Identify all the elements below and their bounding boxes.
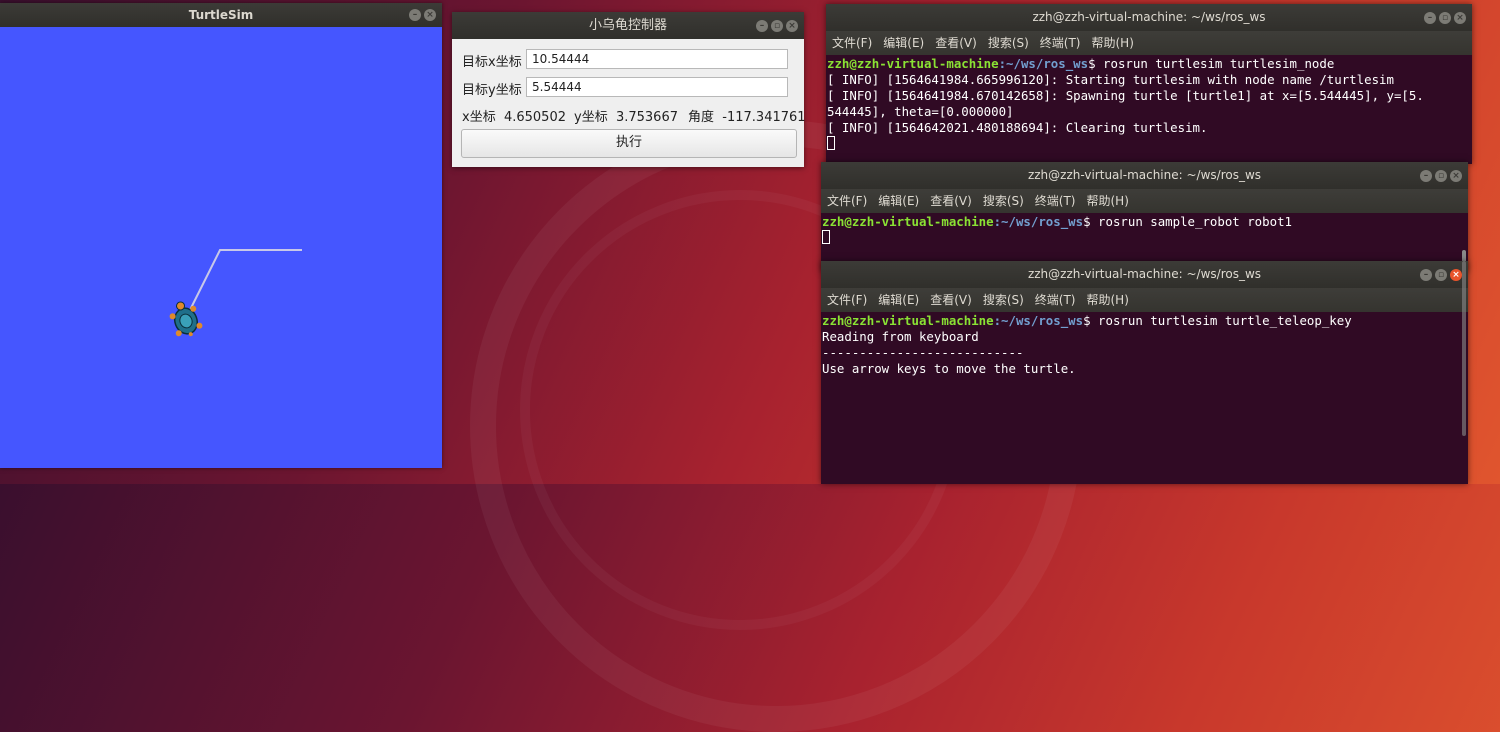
terminal-menubar: 文件(F) 编辑(E) 查看(V) 搜索(S) 终端(T) 帮助(H)	[826, 31, 1472, 55]
terminal-menubar: 文件(F) 编辑(E) 查看(V) 搜索(S) 终端(T) 帮助(H)	[821, 288, 1468, 312]
execute-button[interactable]: 执行	[461, 129, 797, 158]
command-text: $ rosrun turtlesim turtle_teleop_key	[1083, 313, 1352, 328]
output-line: Reading from keyboard	[822, 329, 979, 344]
target-x-input[interactable]: 10.54444	[526, 49, 788, 69]
menu-edit[interactable]: 编辑(E)	[878, 293, 919, 307]
minimize-icon[interactable]: –	[756, 19, 768, 32]
menu-help[interactable]: 帮助(H)	[1092, 36, 1134, 50]
output-line: [ INFO] [1564642021.480188694]: Clearing…	[827, 120, 1208, 135]
output-line: ---------------------------	[822, 345, 1024, 360]
turtle-icon	[169, 301, 203, 337]
close-icon[interactable]: ×	[1454, 11, 1466, 24]
terminal-output[interactable]: zzh@zzh-virtual-machine:~/ws/ros_ws$ ros…	[827, 56, 1472, 164]
minimize-icon[interactable]: –	[409, 9, 421, 21]
minimize-icon[interactable]: –	[1424, 11, 1436, 24]
y-value: 3.753667	[615, 110, 678, 125]
turtle-path-svg	[169, 249, 302, 337]
terminal-output[interactable]: zzh@zzh-virtual-machine:~/ws/ros_ws$ ros…	[822, 313, 1468, 484]
y-label: y坐标	[574, 110, 608, 125]
angle-readout: 角度 -117.341761	[688, 106, 806, 125]
target-x-label: 目标x坐标	[462, 55, 522, 70]
menu-search[interactable]: 搜索(S)	[983, 293, 1024, 307]
close-icon[interactable]: ×	[424, 9, 436, 21]
menu-help[interactable]: 帮助(H)	[1087, 194, 1129, 208]
window-title: 小乌龟控制器	[588, 18, 667, 33]
maximize-icon[interactable]: ▫	[1435, 268, 1447, 281]
text-cursor	[822, 230, 830, 244]
menu-view[interactable]: 查看(V)	[930, 293, 972, 307]
terminal-window-3: zzh@zzh-virtual-machine: ~/ws/ros_ws – ▫…	[821, 261, 1468, 484]
terminal-menubar: 文件(F) 编辑(E) 查看(V) 搜索(S) 终端(T) 帮助(H)	[821, 189, 1468, 213]
target-y-input[interactable]: 5.54444	[526, 77, 788, 97]
minimize-icon[interactable]: –	[1420, 268, 1432, 281]
prompt-path: :~/ws/ros_ws	[993, 214, 1084, 229]
x-label: x坐标	[462, 110, 496, 125]
menu-terminal[interactable]: 终端(T)	[1035, 194, 1076, 208]
close-icon[interactable]: ×	[1450, 268, 1462, 281]
output-line: 544445], theta=[0.000000]	[827, 104, 1014, 119]
turtle-path	[188, 249, 302, 313]
minimize-icon[interactable]: –	[1420, 169, 1432, 182]
angle-label: 角度	[688, 110, 715, 125]
prompt-user: zzh@zzh-virtual-machine	[822, 313, 994, 328]
maximize-icon[interactable]: ▫	[771, 19, 783, 32]
text-cursor	[827, 136, 835, 150]
menu-search[interactable]: 搜索(S)	[988, 36, 1029, 50]
close-icon[interactable]: ×	[786, 19, 798, 32]
y-readout: y坐标 3.753667	[574, 106, 678, 125]
maximize-icon[interactable]: ▫	[1439, 11, 1451, 24]
output-line: [ INFO] [1564641984.670142658]: Spawning…	[827, 88, 1424, 103]
menu-edit[interactable]: 编辑(E)	[883, 36, 924, 50]
prompt-path: :~/ws/ros_ws	[993, 313, 1084, 328]
output-line: Use arrow keys to move the turtle.	[822, 361, 1076, 376]
window-title: zzh@zzh-virtual-machine: ~/ws/ros_ws	[1027, 267, 1262, 281]
terminal-window-2: zzh@zzh-virtual-machine: ~/ws/ros_ws – ▫…	[821, 162, 1468, 272]
window-title: zzh@zzh-virtual-machine: ~/ws/ros_ws	[1027, 168, 1262, 182]
menu-help[interactable]: 帮助(H)	[1087, 293, 1129, 307]
menu-search[interactable]: 搜索(S)	[983, 194, 1024, 208]
turtlesim-window: TurtleSim – ×	[0, 3, 442, 468]
angle-value: -117.341761	[722, 110, 806, 125]
x-value: 4.650502	[503, 110, 566, 125]
prompt-user: zzh@zzh-virtual-machine	[827, 56, 999, 71]
target-y-label: 目标y坐标	[462, 83, 522, 98]
command-text: $ rosrun sample_robot robot1	[1083, 214, 1292, 229]
menu-view[interactable]: 查看(V)	[935, 36, 977, 50]
menu-edit[interactable]: 编辑(E)	[878, 194, 919, 208]
controller-titlebar[interactable]: 小乌龟控制器 – ▫ ×	[452, 12, 804, 39]
menu-terminal[interactable]: 终端(T)	[1035, 293, 1076, 307]
close-icon[interactable]: ×	[1450, 169, 1462, 182]
terminal-titlebar[interactable]: zzh@zzh-virtual-machine: ~/ws/ros_ws – ▫…	[821, 162, 1468, 189]
menu-file[interactable]: 文件(F)	[832, 36, 872, 50]
command-text: $ rosrun turtlesim turtlesim_node	[1088, 56, 1335, 71]
prompt-path: :~/ws/ros_ws	[998, 56, 1089, 71]
maximize-icon[interactable]: ▫	[1435, 169, 1447, 182]
turtle-canvas	[0, 27, 442, 468]
terminal-titlebar[interactable]: zzh@zzh-virtual-machine: ~/ws/ros_ws – ▫…	[826, 4, 1472, 31]
prompt-user: zzh@zzh-virtual-machine	[822, 214, 994, 229]
scrollbar[interactable]	[1462, 261, 1466, 436]
turtle-controller-window: 小乌龟控制器 – ▫ × 目标x坐标 10.54444 目标y坐标 5.5444…	[452, 12, 806, 167]
terminal-window-1: zzh@zzh-virtual-machine: ~/ws/ros_ws – ▫…	[826, 4, 1472, 164]
x-readout: x坐标 4.650502	[462, 106, 566, 125]
output-line: [ INFO] [1564641984.665996120]: Starting…	[827, 72, 1394, 87]
terminal-titlebar[interactable]: zzh@zzh-virtual-machine: ~/ws/ros_ws – ▫…	[821, 261, 1468, 288]
menu-view[interactable]: 查看(V)	[930, 194, 972, 208]
menu-file[interactable]: 文件(F)	[827, 194, 867, 208]
window-title: TurtleSim	[188, 8, 254, 22]
window-title: zzh@zzh-virtual-machine: ~/ws/ros_ws	[1032, 10, 1266, 24]
menu-terminal[interactable]: 终端(T)	[1040, 36, 1081, 50]
menu-file[interactable]: 文件(F)	[827, 293, 867, 307]
turtlesim-titlebar[interactable]: TurtleSim – ×	[0, 3, 442, 27]
